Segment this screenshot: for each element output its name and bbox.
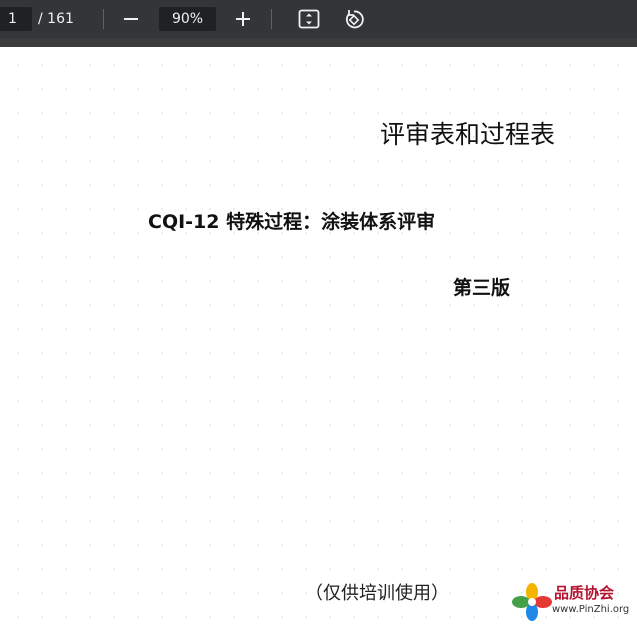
flower-logo-icon [512, 583, 552, 621]
fit-page-icon [298, 9, 320, 29]
document-title: 评审表和过程表 [380, 120, 556, 149]
zoom-level-input[interactable]: 90% [159, 7, 216, 31]
watermark-url: www.PinZhi.org [552, 604, 630, 615]
zoom-out-button[interactable] [117, 5, 145, 33]
zoom-in-button[interactable] [229, 5, 257, 33]
document-subtitle: CQI-12 特殊过程：涂装体系评审 [148, 211, 436, 233]
watermark-name: 品质协会 [554, 584, 615, 602]
page-total-label: / 161 [38, 11, 74, 27]
rotate-icon [346, 10, 364, 29]
document-note: （仅供培训使用） [305, 583, 449, 604]
plus-icon [236, 12, 250, 26]
minus-icon [124, 18, 138, 20]
pdf-page: 评审表和过程表 CQI-12 特殊过程：涂装体系评审 第三版 （仅供培训使用） [0, 47, 637, 624]
document-edition: 第三版 [453, 277, 511, 299]
watermark-logo: 品质协会 www.PinZhi.org [512, 582, 637, 624]
page-number-input[interactable]: 1 [0, 7, 32, 31]
rotate-button[interactable] [340, 5, 368, 33]
pdf-toolbar: 1 / 161 90% [0, 0, 637, 38]
toolbar-divider [271, 9, 272, 29]
fit-to-page-button[interactable] [295, 5, 323, 33]
toolbar-divider [103, 9, 104, 29]
